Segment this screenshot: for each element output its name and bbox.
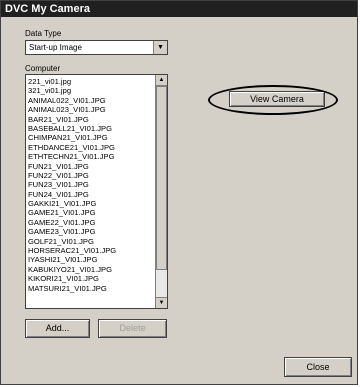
file-list-item[interactable]: 221_vi01.jpg xyxy=(28,77,153,86)
file-list: 221_vi01.jpg 321_vi01.jpg ANIMAL022_VI01.J… xyxy=(28,77,153,293)
file-list-item[interactable]: FUN22_VI01.JPG xyxy=(28,171,153,180)
file-list-item[interactable]: CHIMPAN21_VI01.JPG xyxy=(28,133,153,142)
file-list-item[interactable]: 321_vi01.jpg xyxy=(28,86,153,95)
window-title: DVC My Camera xyxy=(5,3,90,15)
highlight-callout xyxy=(208,85,338,115)
add-button[interactable]: Add... xyxy=(25,319,90,338)
file-list-item[interactable]: ETHTECHN21_VI01.JPG xyxy=(28,152,153,161)
file-list-item[interactable]: ANIMAL022_VI01.JPG xyxy=(28,96,153,105)
dialog-window: DVC My Camera Data Type Start-up Image ▼… xyxy=(0,0,358,385)
arrow-down-icon[interactable]: ▼ xyxy=(156,297,167,308)
file-list-item[interactable]: IYASHI21_VI01.JPG xyxy=(28,255,153,264)
chevron-down-icon[interactable]: ▼ xyxy=(153,41,167,54)
file-list-item[interactable]: FUN21_VI01.JPG xyxy=(28,162,153,171)
file-list-item[interactable]: BAR21_VI01.JPG xyxy=(28,115,153,124)
file-listbox[interactable]: 221_vi01.jpg 321_vi01.jpg ANIMAL022_VI01.J… xyxy=(25,74,168,309)
file-list-item[interactable]: GOLF21_VI01.JPG xyxy=(28,237,153,246)
file-list-item[interactable]: HORSERAC21_VI01.JPG xyxy=(28,246,153,255)
file-list-item[interactable]: KIKORI21_VI01.JPG xyxy=(28,274,153,283)
computer-label: Computer xyxy=(25,64,61,73)
file-list-item[interactable]: GAME21_VI01.JPG xyxy=(28,208,153,217)
delete-button[interactable]: Delete xyxy=(98,319,167,338)
data-type-label: Data Type xyxy=(25,29,62,38)
file-list-item[interactable]: ETHDANCE21_VI01.JPG xyxy=(28,143,153,152)
file-list-item[interactable]: GAME22_VI01.JPG xyxy=(28,218,153,227)
file-list-item[interactable]: KABUKIYO21_VI01.JPG xyxy=(28,265,153,274)
close-button[interactable]: Close xyxy=(284,357,352,377)
scroll-thumb[interactable] xyxy=(156,86,167,270)
vertical-scrollbar[interactable]: ▲ ▼ xyxy=(155,75,167,308)
title-bar: DVC My Camera xyxy=(1,1,357,17)
file-list-item[interactable]: ANIMAL023_VI01.JPG xyxy=(28,105,153,114)
data-type-selected-value: Start-up Image xyxy=(29,43,82,52)
data-type-select[interactable]: Start-up Image ▼ xyxy=(25,40,168,55)
arrow-up-icon[interactable]: ▲ xyxy=(156,75,167,86)
file-list-item[interactable]: BASEBALL21_VI01.JPG xyxy=(28,124,153,133)
file-list-item[interactable]: MATSURI21_VI01.JPG xyxy=(28,284,153,293)
file-list-item[interactable]: FUN23_VI01.JPG xyxy=(28,180,153,189)
file-list-item[interactable]: GAME23_VI01.JPG xyxy=(28,227,153,236)
file-list-item[interactable]: GAKKI21_VI01.JPG xyxy=(28,199,153,208)
file-list-item[interactable]: FUN24_VI01.JPG xyxy=(28,190,153,199)
